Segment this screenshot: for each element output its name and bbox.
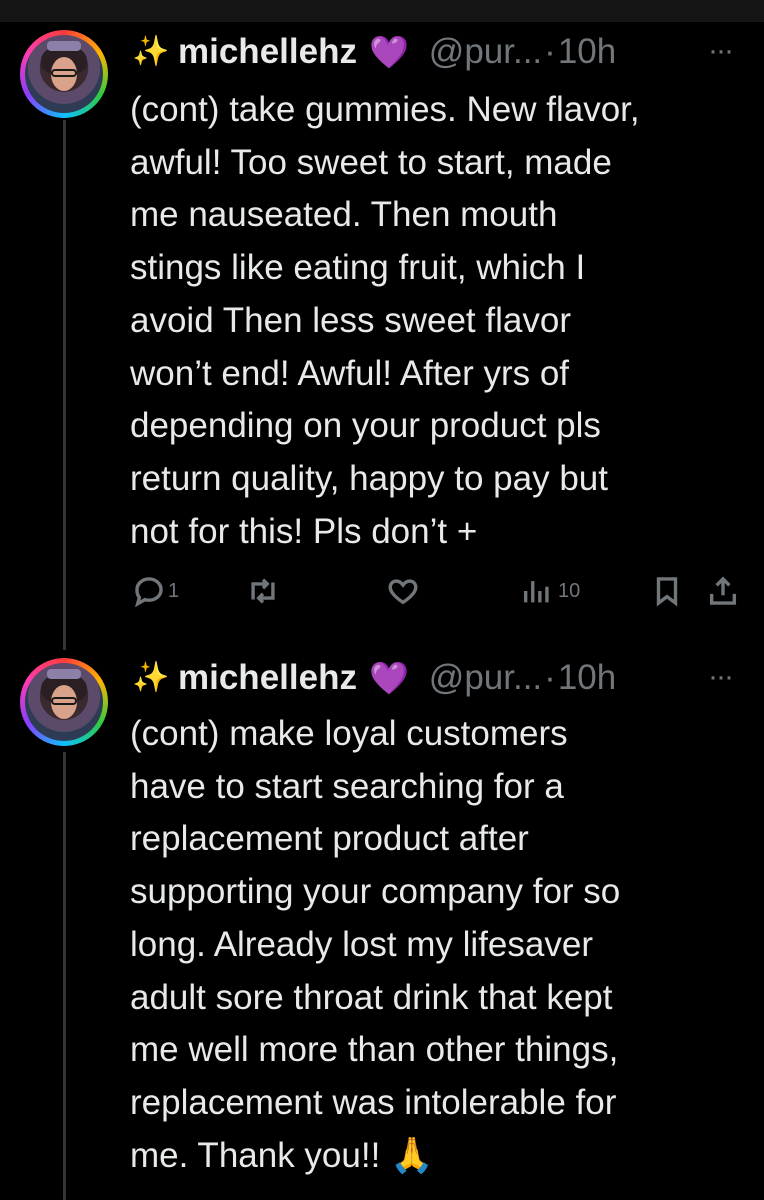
purple-heart-emoji: 💜 <box>368 660 409 696</box>
views-button[interactable]: 10 <box>520 574 580 608</box>
tweet-header: ✨ michellehz 💜 @pur... · 10h <box>132 27 616 77</box>
share-button[interactable] <box>706 574 740 608</box>
handle[interactable]: @pur... <box>429 658 542 698</box>
views-icon <box>523 581 549 603</box>
views-count: 10 <box>558 579 581 602</box>
timestamp[interactable]: 10h <box>558 32 616 72</box>
share-icon <box>709 576 737 605</box>
tweet-1[interactable]: ✨ michellehz 💜 @pur... · 10h ··· (cont) … <box>0 0 764 650</box>
display-name[interactable]: michellehz <box>178 658 357 698</box>
reply-count: 1 <box>168 579 180 602</box>
tweet-2[interactable]: ✨ michellehz 💜 @pur... · 10h ··· (cont) … <box>0 650 764 1200</box>
reply-icon <box>134 577 163 608</box>
avatar[interactable] <box>20 658 108 746</box>
tweet-header: ✨ michellehz 💜 @pur... · 10h <box>132 653 616 703</box>
retweet-button[interactable] <box>244 574 282 608</box>
purple-heart-emoji: 💜 <box>368 34 409 70</box>
bookmark-button[interactable] <box>650 574 684 608</box>
handle[interactable]: @pur... <box>429 32 542 72</box>
sparkle-emoji: ✨ <box>132 35 170 68</box>
tweet-text: (cont) take gummies. New flavor, awful! … <box>130 90 640 551</box>
more-options-icon[interactable]: ··· <box>708 34 734 68</box>
action-bar: 1 10 <box>0 574 764 614</box>
separator: · <box>544 658 556 697</box>
reply-button[interactable]: 1 <box>132 574 179 608</box>
bookmark-icon <box>656 577 678 607</box>
heart-icon <box>388 579 418 605</box>
more-options-icon[interactable]: ··· <box>708 660 734 694</box>
tweet-text: (cont) make loyal customers have to star… <box>130 714 621 1175</box>
retweet-icon <box>251 578 275 604</box>
sparkle-emoji: ✨ <box>132 661 170 694</box>
display-name[interactable]: michellehz <box>178 32 357 72</box>
separator: · <box>544 32 556 71</box>
like-button[interactable] <box>386 574 420 608</box>
timestamp[interactable]: 10h <box>558 658 616 698</box>
avatar[interactable] <box>20 30 108 118</box>
